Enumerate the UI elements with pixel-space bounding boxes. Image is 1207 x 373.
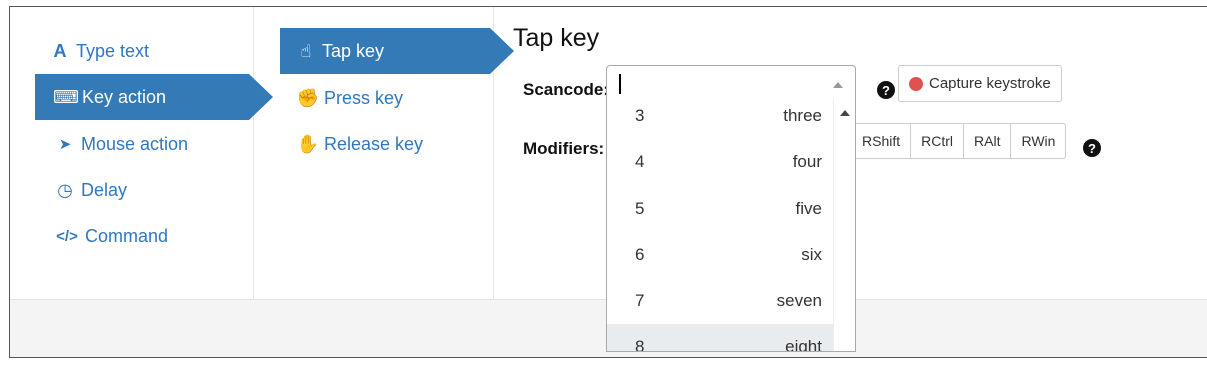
dropdown-option[interactable]: 4 four (607, 139, 834, 185)
subnav-press-key[interactable]: ✊ Press key (296, 75, 404, 121)
dropdown-option-highlighted[interactable]: 8 eight (607, 324, 834, 352)
subnav-release-key[interactable]: ✋ Release key (296, 121, 424, 167)
modifier-rctrl[interactable]: RCtrl (910, 124, 963, 158)
nav-command-label: Command (85, 225, 169, 246)
capture-keystroke-label: Capture keystroke (929, 75, 1051, 92)
option-name: six (801, 245, 822, 264)
modifiers-help-icon[interactable]: ? (1083, 139, 1101, 157)
option-code: 3 (635, 106, 645, 125)
open-hand-icon: ✋ (296, 133, 320, 154)
mouse-pointer-icon: ➤ (58, 136, 72, 153)
option-code: 7 (635, 291, 645, 310)
action-type-nav: A Type text ⌨ Key action ➤ Mouse action … (10, 7, 254, 299)
dropdown-arrow-icon[interactable] (833, 82, 843, 88)
nav-type-text-label: Type text (76, 40, 150, 61)
option-name: seven (776, 291, 822, 310)
subnav-tap-key-label: Tap key (322, 40, 385, 61)
subnav-release-key-label: Release key (324, 133, 424, 154)
dropdown-option[interactable]: 7 seven (607, 278, 834, 324)
nav-delay[interactable]: ◷ Delay (55, 167, 127, 213)
fist-icon: ✊ (296, 87, 320, 108)
option-name: eight (785, 337, 822, 352)
nav-delay-label: Delay (81, 179, 128, 200)
scancode-label: Scancode: (523, 80, 609, 99)
nav-key-action-label: Key action (82, 86, 167, 107)
modifier-rshift[interactable]: RShift (848, 124, 910, 158)
modifier-ralt[interactable]: RAlt (963, 124, 1010, 158)
modifiers-label: Modifiers: (523, 139, 605, 158)
dropdown-option[interactable]: 3 three (607, 100, 834, 139)
text-caret (619, 74, 621, 94)
scancode-select[interactable] (606, 65, 856, 101)
option-code: 5 (635, 199, 645, 218)
nav-type-text[interactable]: A Type text (50, 28, 150, 74)
option-name: five (795, 199, 822, 218)
dropdown-option[interactable]: 6 six (607, 232, 834, 278)
key-action-nav: ☝ Tap key ✊ Press key ✋ Release key (254, 7, 494, 299)
option-code: 4 (635, 152, 645, 171)
capture-keystroke-button[interactable]: Capture keystroke (898, 65, 1062, 102)
option-code: 6 (635, 245, 645, 264)
modifier-button-group: RShift RCtrl RAlt RWin (848, 123, 1067, 159)
modifier-rwin[interactable]: RWin (1010, 124, 1065, 158)
type-text-icon: A (53, 40, 67, 61)
subnav-tap-key[interactable]: ☝ Tap key (280, 28, 490, 74)
nav-mouse-action[interactable]: ➤ Mouse action (55, 121, 188, 167)
option-name: four (792, 152, 822, 171)
scroll-up-arrow-icon[interactable] (840, 110, 850, 116)
option-name: three (783, 106, 822, 125)
scancode-dropdown-list[interactable]: 3 three 4 four 5 five 6 six 7 seven 8 ei… (606, 100, 856, 352)
nav-mouse-action-label: Mouse action (81, 133, 189, 154)
tap-key-arrow (490, 28, 514, 74)
keyboard-icon: ⌨ (53, 86, 79, 107)
dropdown-option[interactable]: 5 five (607, 186, 834, 232)
page-title: Tap key (513, 24, 600, 52)
nav-command[interactable]: </> Command (55, 213, 168, 259)
code-icon: </> (56, 227, 78, 245)
dropdown-scrollbar[interactable] (833, 100, 855, 351)
option-code: 8 (635, 337, 645, 352)
subnav-press-key-label: Press key (324, 87, 404, 108)
clock-icon: ◷ (57, 179, 73, 200)
nav-key-action[interactable]: ⌨ Key action (35, 74, 249, 120)
record-dot-icon (909, 76, 923, 91)
scancode-help-icon[interactable]: ? (877, 81, 895, 99)
tap-hand-icon: ☝ (300, 40, 312, 61)
